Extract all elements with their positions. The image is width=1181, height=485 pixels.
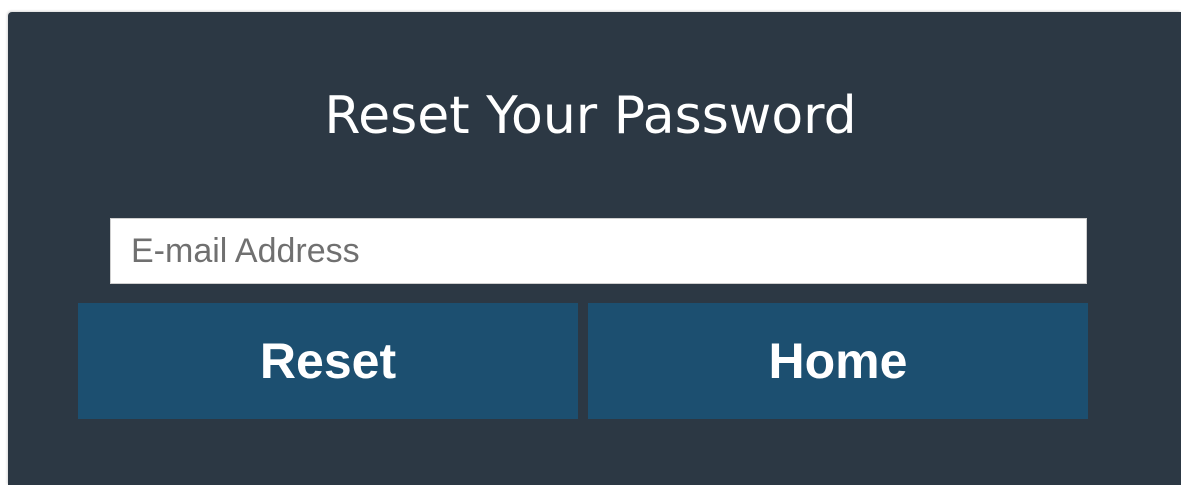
home-button[interactable]: Home [588,303,1088,419]
page-title: Reset Your Password [324,86,857,146]
email-field[interactable] [110,218,1087,284]
reset-button[interactable]: Reset [78,303,578,419]
reset-password-panel: Reset Your Password Reset Home [8,12,1181,485]
